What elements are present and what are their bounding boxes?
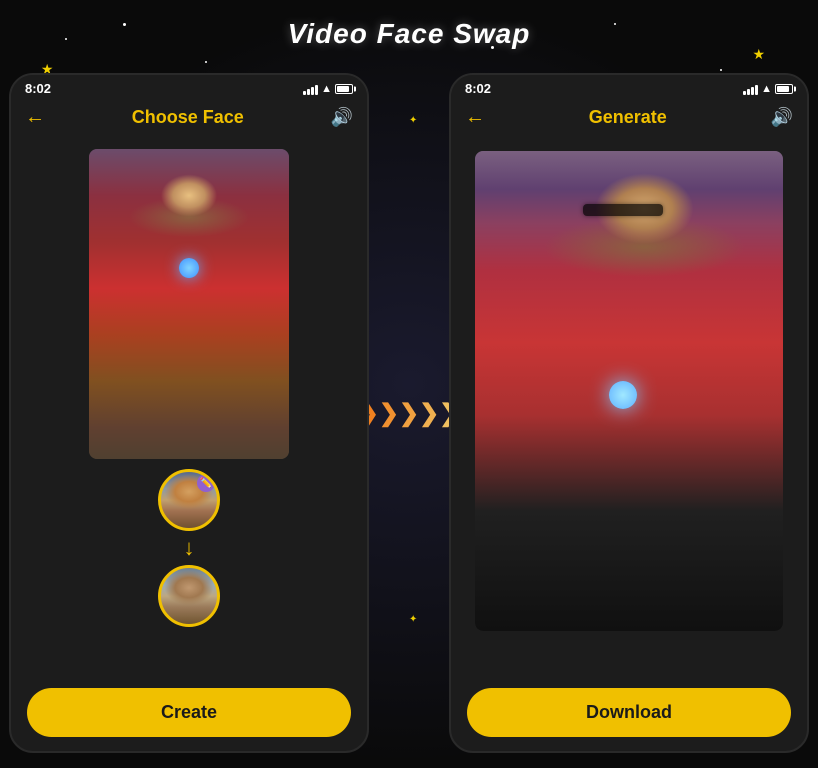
left-status-icons: ▲ (303, 83, 353, 95)
right-phone-header: ← Generate 🔊 (451, 100, 807, 139)
signal-bar (751, 87, 754, 95)
star (65, 38, 67, 40)
arrow-between: ❯ ❯ ❯ ❯ ❯ (369, 399, 449, 428)
face-swap-section: ✏️ ↓ (27, 469, 351, 627)
battery-fill (777, 86, 789, 92)
left-phone-header: ← Choose Face 🔊 (11, 100, 367, 139)
battery-icon (775, 84, 793, 94)
left-phone-content: ✏️ ↓ (11, 139, 367, 637)
down-arrow-icon: ↓ (184, 537, 195, 559)
target-face-circle[interactable] (158, 565, 220, 627)
star (205, 61, 207, 63)
back-button[interactable]: ← (25, 106, 45, 129)
chevron-icon: ❯ (419, 399, 439, 428)
download-button[interactable]: Download (467, 688, 791, 737)
star (123, 23, 126, 26)
sound-icon[interactable]: 🔊 (771, 107, 793, 128)
signal-icon (303, 83, 318, 95)
gold-star-icon: ★ (753, 46, 766, 63)
chevron-icon: ❯ (379, 399, 399, 428)
swapped-video-frame (475, 151, 783, 631)
signal-bar (743, 91, 746, 95)
battery-fill (337, 86, 349, 92)
wifi-icon: ▲ (321, 83, 332, 95)
signal-bar (755, 85, 758, 95)
page-title: Video Face Swap (288, 18, 531, 50)
left-header-title: Choose Face (55, 107, 321, 128)
right-status-bar: 8:02 ▲ (451, 75, 807, 100)
edit-badge: ✏️ (197, 474, 215, 492)
signal-bar (307, 89, 310, 95)
battery-icon (335, 84, 353, 94)
signal-bar (303, 91, 306, 95)
signal-icon (743, 83, 758, 95)
star (614, 23, 616, 25)
source-face-circle[interactable]: ✏️ (158, 469, 220, 531)
left-status-bar: 8:02 ▲ (11, 75, 367, 100)
left-phone: 8:02 ▲ ← Choose Face 🔊 (9, 73, 369, 753)
left-time: 8:02 (25, 81, 51, 96)
sound-icon[interactable]: 🔊 (331, 107, 353, 128)
ironman-video-frame (89, 149, 289, 459)
right-status-icons: ▲ (743, 83, 793, 95)
chevrons-container: ❯ ❯ ❯ ❯ ❯ (359, 399, 460, 428)
right-header-title: Generate (495, 107, 761, 128)
right-video-preview (475, 151, 783, 631)
wifi-icon: ▲ (761, 83, 772, 95)
create-button[interactable]: Create (27, 688, 351, 737)
right-phone-content (451, 139, 807, 631)
right-time: 8:02 (465, 81, 491, 96)
chevron-icon: ❯ (399, 399, 419, 428)
left-video-preview (89, 149, 289, 459)
signal-bar (747, 89, 750, 95)
signal-bar (315, 85, 318, 95)
signal-bar (311, 87, 314, 95)
phones-container: 8:02 ▲ ← Choose Face 🔊 (10, 68, 808, 758)
back-button[interactable]: ← (465, 106, 485, 129)
right-phone: 8:02 ▲ ← Generate 🔊 (449, 73, 809, 753)
